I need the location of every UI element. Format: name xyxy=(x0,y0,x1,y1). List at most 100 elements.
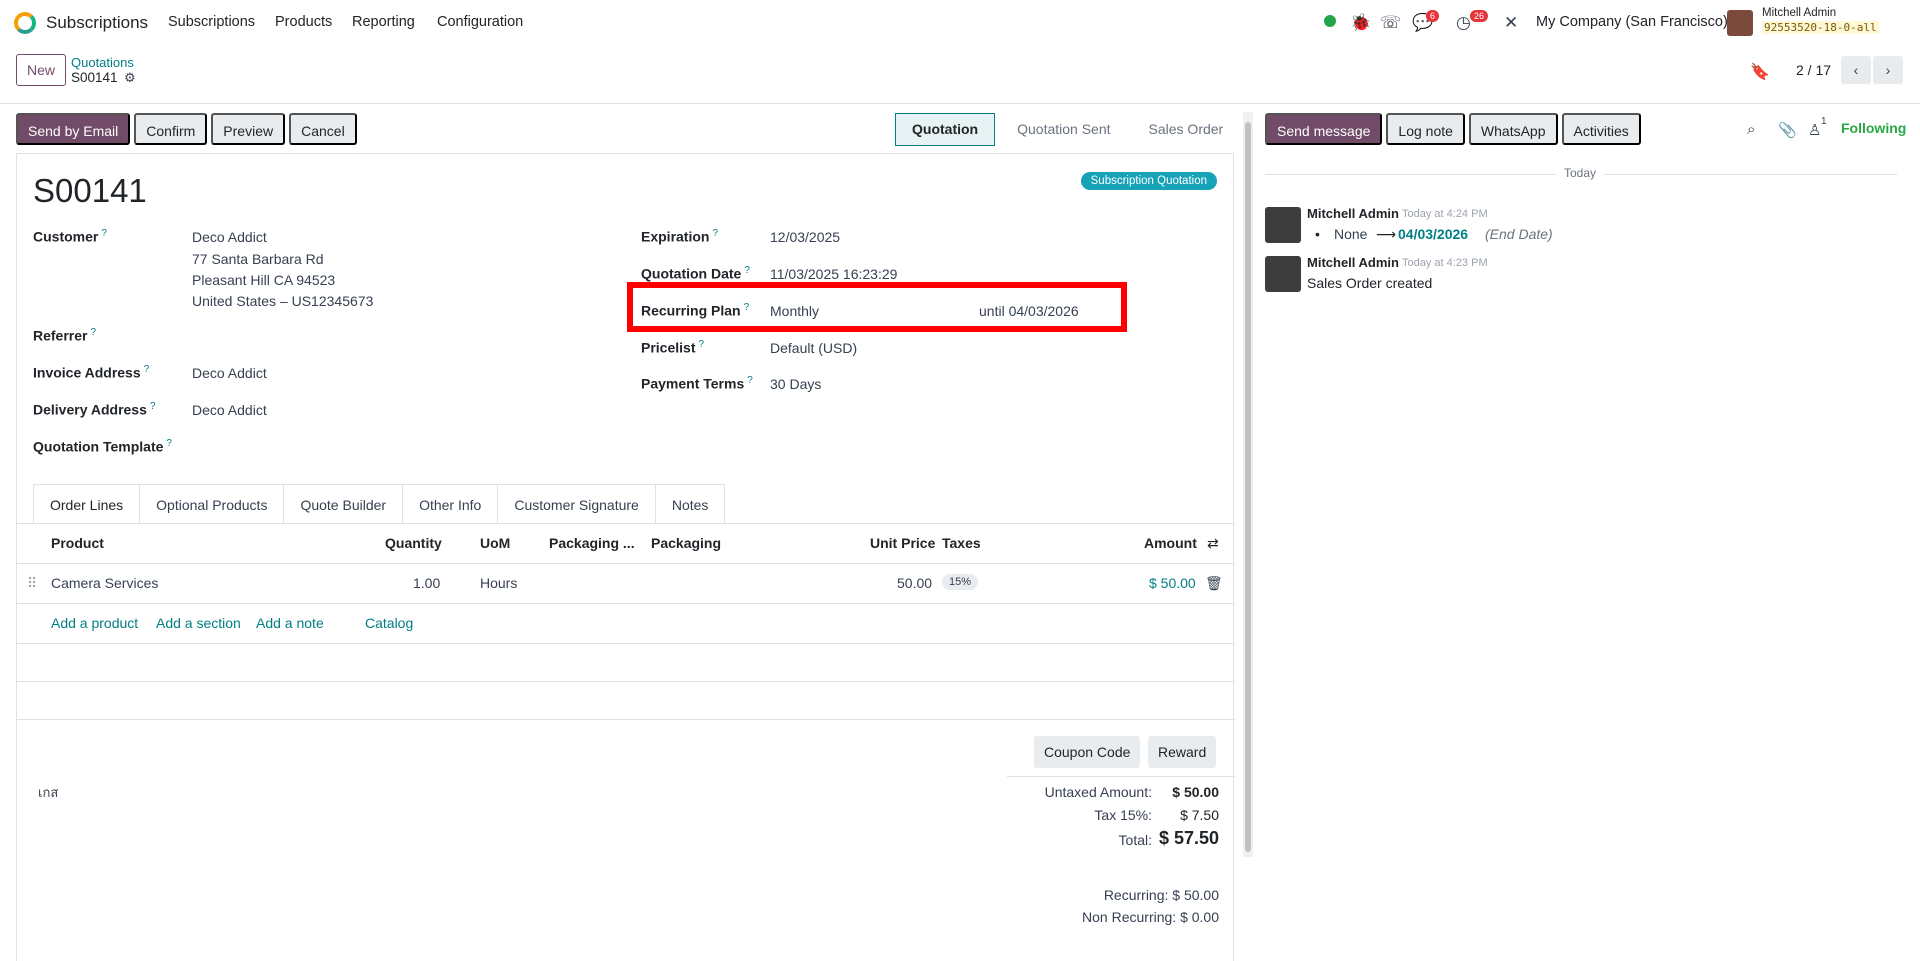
terms-note[interactable]: เกส xyxy=(38,782,58,803)
activities-button[interactable]: Activities xyxy=(1561,113,1641,145)
message-time: Today at 4:23 PM xyxy=(1402,257,1488,269)
add-product-link[interactable]: Add a product xyxy=(51,615,138,631)
table-row[interactable]: ⠿ Camera Services 1.00 Hours 50.00 15% $… xyxy=(17,564,1235,604)
payment-terms-field[interactable]: 30 Days xyxy=(770,376,821,392)
attachment-paperclip-icon[interactable]: 📎 xyxy=(1778,121,1797,139)
menu-subscriptions[interactable]: Subscriptions xyxy=(168,14,255,30)
form-scrollbar[interactable] xyxy=(1243,112,1253,857)
app-name[interactable]: Subscriptions xyxy=(46,13,148,33)
line-tax-badge[interactable]: 15% xyxy=(942,574,979,590)
menu-reporting[interactable]: Reporting xyxy=(352,14,415,30)
line-uom[interactable]: Hours xyxy=(480,575,517,591)
database-name: 92553520-18-0-all xyxy=(1762,21,1879,34)
line-amount: $ 50.00 xyxy=(1149,575,1196,591)
delete-line-trash-icon[interactable]: 🗑 xyxy=(1205,575,1223,592)
top-navbar: Subscriptions Subscriptions Products Rep… xyxy=(0,0,1920,46)
column-packaging-qty[interactable]: Packaging ... xyxy=(549,535,635,551)
status-bar: Quotation Quotation Sent Sales Order xyxy=(895,113,1239,146)
pager-next-icon[interactable]: › xyxy=(1873,56,1903,84)
confirm-button[interactable]: Confirm xyxy=(134,113,208,145)
preview-button[interactable]: Preview xyxy=(211,113,286,145)
pager-previous-icon[interactable]: ‹ xyxy=(1841,56,1871,84)
message-author-avatar[interactable] xyxy=(1265,207,1301,243)
user-menu-name[interactable]: Mitchell Admin xyxy=(1762,7,1836,19)
add-line-row: Add a product Add a section Add a note C… xyxy=(17,604,1235,644)
column-taxes[interactable]: Taxes xyxy=(942,535,981,551)
quotation-date-field[interactable]: 11/03/2025 16:23:29 xyxy=(770,266,897,282)
send-by-email-button[interactable]: Send by Email xyxy=(16,113,131,145)
message-body: Sales Order created xyxy=(1307,275,1433,291)
record-actions-gear-icon[interactable]: ⚙ xyxy=(124,70,136,86)
tab-other-info[interactable]: Other Info xyxy=(403,484,499,524)
status-quotation-sent[interactable]: Quotation Sent xyxy=(995,113,1126,146)
column-amount[interactable]: Amount xyxy=(1144,535,1197,551)
status-quotation[interactable]: Quotation xyxy=(895,113,996,146)
messages-count-badge: 6 xyxy=(1426,10,1440,22)
control-panel: New Quotations S00141 ⚙ 🔖 2 / 17 ‹ › xyxy=(0,46,1920,104)
menu-configuration[interactable]: Configuration xyxy=(437,14,523,30)
coupon-code-button[interactable]: Coupon Code xyxy=(1034,736,1141,768)
activity-clock-icon[interactable]: ◷ xyxy=(1456,13,1471,33)
add-note-link[interactable]: Add a note xyxy=(256,615,324,631)
tab-notes[interactable]: Notes xyxy=(655,484,726,524)
user-avatar[interactable] xyxy=(1727,10,1753,36)
phone-icon[interactable]: ☏ xyxy=(1380,13,1401,33)
scrollbar-thumb[interactable] xyxy=(1245,122,1251,852)
invoice-address-field[interactable]: Deco Addict xyxy=(192,365,267,381)
customer-name[interactable]: Deco Addict xyxy=(192,229,267,245)
column-unit-price[interactable]: Unit Price xyxy=(870,535,935,551)
expiration-field[interactable]: 12/03/2025 xyxy=(770,229,840,245)
notebook-tabs: Order Lines Optional Products Quote Buil… xyxy=(33,484,726,524)
non-recurring-amount: Non Recurring: $ 0.00 xyxy=(1082,909,1219,925)
message-author[interactable]: Mitchell Admin xyxy=(1307,255,1399,270)
tab-order-lines[interactable]: Order Lines xyxy=(33,484,141,524)
column-quantity[interactable]: Quantity xyxy=(385,535,442,551)
column-product[interactable]: Product xyxy=(51,535,104,551)
following-button[interactable]: Following xyxy=(1841,120,1906,136)
tracking-arrow-icon: ⟶ xyxy=(1376,226,1397,242)
optional-columns-icon[interactable]: ⇄ xyxy=(1207,535,1219,552)
line-product[interactable]: Camera Services xyxy=(51,575,158,591)
menu-products[interactable]: Products xyxy=(275,14,332,30)
column-packaging[interactable]: Packaging xyxy=(651,535,721,551)
breadcrumb-quotations[interactable]: Quotations xyxy=(71,55,134,70)
line-unit-price[interactable]: 50.00 xyxy=(897,575,932,591)
tools-icon[interactable]: ✕ xyxy=(1504,13,1518,33)
tracking-bullet: • xyxy=(1315,226,1320,242)
log-note-button[interactable]: Log note xyxy=(1386,113,1465,145)
delivery-address-field[interactable]: Deco Addict xyxy=(192,402,267,418)
company-switcher[interactable]: My Company (San Francisco) xyxy=(1536,14,1728,30)
add-section-link[interactable]: Add a section xyxy=(156,615,241,631)
send-message-button[interactable]: Send message xyxy=(1265,113,1383,145)
status-sales-order[interactable]: Sales Order xyxy=(1127,113,1240,146)
followers-icon[interactable]: ♙ xyxy=(1808,121,1821,139)
message-author-avatar[interactable] xyxy=(1265,256,1301,292)
search-icon[interactable]: ⌕ xyxy=(1747,121,1755,138)
record-title: S00141 xyxy=(33,172,147,209)
tab-customer-signature[interactable]: Customer Signature xyxy=(498,484,656,524)
new-button[interactable]: New xyxy=(16,54,67,86)
app-logo-icon[interactable] xyxy=(14,12,36,34)
pricelist-label: Pricelist? xyxy=(641,339,705,356)
pager-value[interactable]: 2 / 17 xyxy=(1796,62,1831,78)
reward-button[interactable]: Reward xyxy=(1148,736,1217,768)
empty-row xyxy=(17,682,1235,720)
whatsapp-button[interactable]: WhatsApp xyxy=(1468,113,1558,145)
quotation-date-label: Quotation Date? xyxy=(641,265,750,282)
pricelist-field[interactable]: Default (USD) xyxy=(770,340,857,356)
presence-status-icon xyxy=(1324,15,1336,27)
bookmark-icon[interactable]: 🔖 xyxy=(1750,62,1770,82)
cancel-button[interactable]: Cancel xyxy=(289,113,357,145)
line-quantity[interactable]: 1.00 xyxy=(413,575,440,591)
debug-bug-icon[interactable]: 🐞 xyxy=(1350,13,1371,33)
activity-count-badge: 26 xyxy=(1470,10,1489,22)
tab-quote-builder[interactable]: Quote Builder xyxy=(284,484,404,524)
message-author[interactable]: Mitchell Admin xyxy=(1307,206,1399,221)
form-action-buttons: Send by Email Confirm Preview Cancel xyxy=(16,113,357,145)
catalog-link[interactable]: Catalog xyxy=(365,615,413,631)
column-uom[interactable]: UoM xyxy=(480,535,510,551)
tab-optional-products[interactable]: Optional Products xyxy=(140,484,285,524)
untaxed-amount-value: $ 50.00 xyxy=(1172,784,1219,800)
drag-handle-icon[interactable]: ⠿ xyxy=(27,575,37,592)
tax-label: Tax 15%: xyxy=(1094,807,1152,823)
